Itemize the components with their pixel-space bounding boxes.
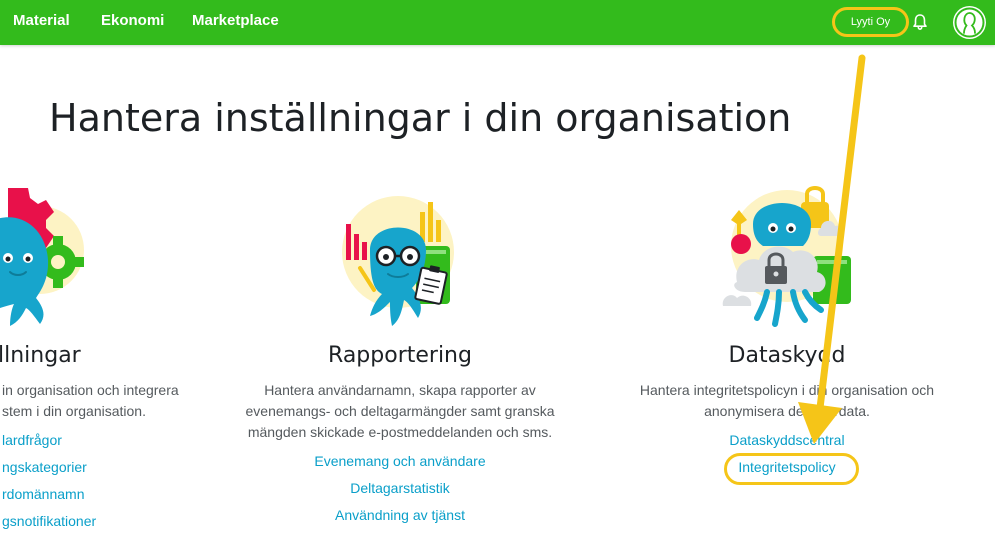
settings-link-notifications[interactable]: gsnotifikationer	[2, 513, 96, 529]
data-protection-card-description-line-2: anonymisera deltagardata.	[704, 403, 870, 419]
reporting-card-description-line-1: Hantera användarnamn, skapa rapporter av	[264, 382, 536, 398]
settings-link-questions[interactable]: lardfrågor	[2, 432, 62, 448]
top-navigation-bar: Material Ekonomi Marketplace Lyyti Oy	[0, 0, 995, 45]
bell-icon[interactable]	[910, 12, 930, 32]
reporting-link-events-and-users[interactable]: Evenemang och användare	[314, 453, 485, 469]
settings-card-description-line-2: stem i din organisation.	[2, 403, 146, 419]
organization-switcher-button[interactable]: Lyyti Oy	[832, 7, 909, 37]
data-protection-link-center[interactable]: Dataskyddscentral	[729, 432, 844, 448]
reporting-octopus-illustration	[342, 196, 454, 326]
nav-link-material[interactable]: Material	[13, 12, 70, 29]
avatar-icon	[954, 7, 985, 38]
data-protection-link-privacy-policy[interactable]: Integritetspolicy	[738, 459, 835, 475]
nav-link-marketplace[interactable]: Marketplace	[192, 12, 279, 29]
user-avatar[interactable]	[953, 6, 986, 39]
data-protection-octopus-illustration	[722, 186, 851, 327]
data-protection-card-description-line-1: Hantera integritetspolicyn i din organis…	[639, 382, 935, 398]
settings-card-description-line-1: in organisation och integrera	[2, 382, 179, 398]
nav-link-ekonomi[interactable]: Ekonomi	[101, 12, 164, 29]
reporting-link-service-usage[interactable]: Användning av tjänst	[335, 507, 465, 523]
page-title: Hantera inställningar i din organisation	[49, 96, 792, 140]
reporting-card-description-line-3: mängden skickade e-postmeddelanden och s…	[247, 424, 553, 440]
data-protection-card-title: Dataskydd	[728, 343, 846, 368]
settings-card-title: llningar	[0, 343, 81, 368]
settings-link-domain-names[interactable]: rdomännamn	[2, 486, 85, 502]
reporting-link-participant-statistics[interactable]: Deltagarstatistik	[350, 480, 450, 496]
settings-octopus-illustration	[0, 188, 84, 326]
settings-link-categories[interactable]: ngskategorier	[2, 459, 87, 475]
reporting-card-description-line-2: evenemangs- och deltagarmängder samt gra…	[245, 403, 555, 419]
reporting-card-title: Rapportering	[328, 343, 472, 368]
